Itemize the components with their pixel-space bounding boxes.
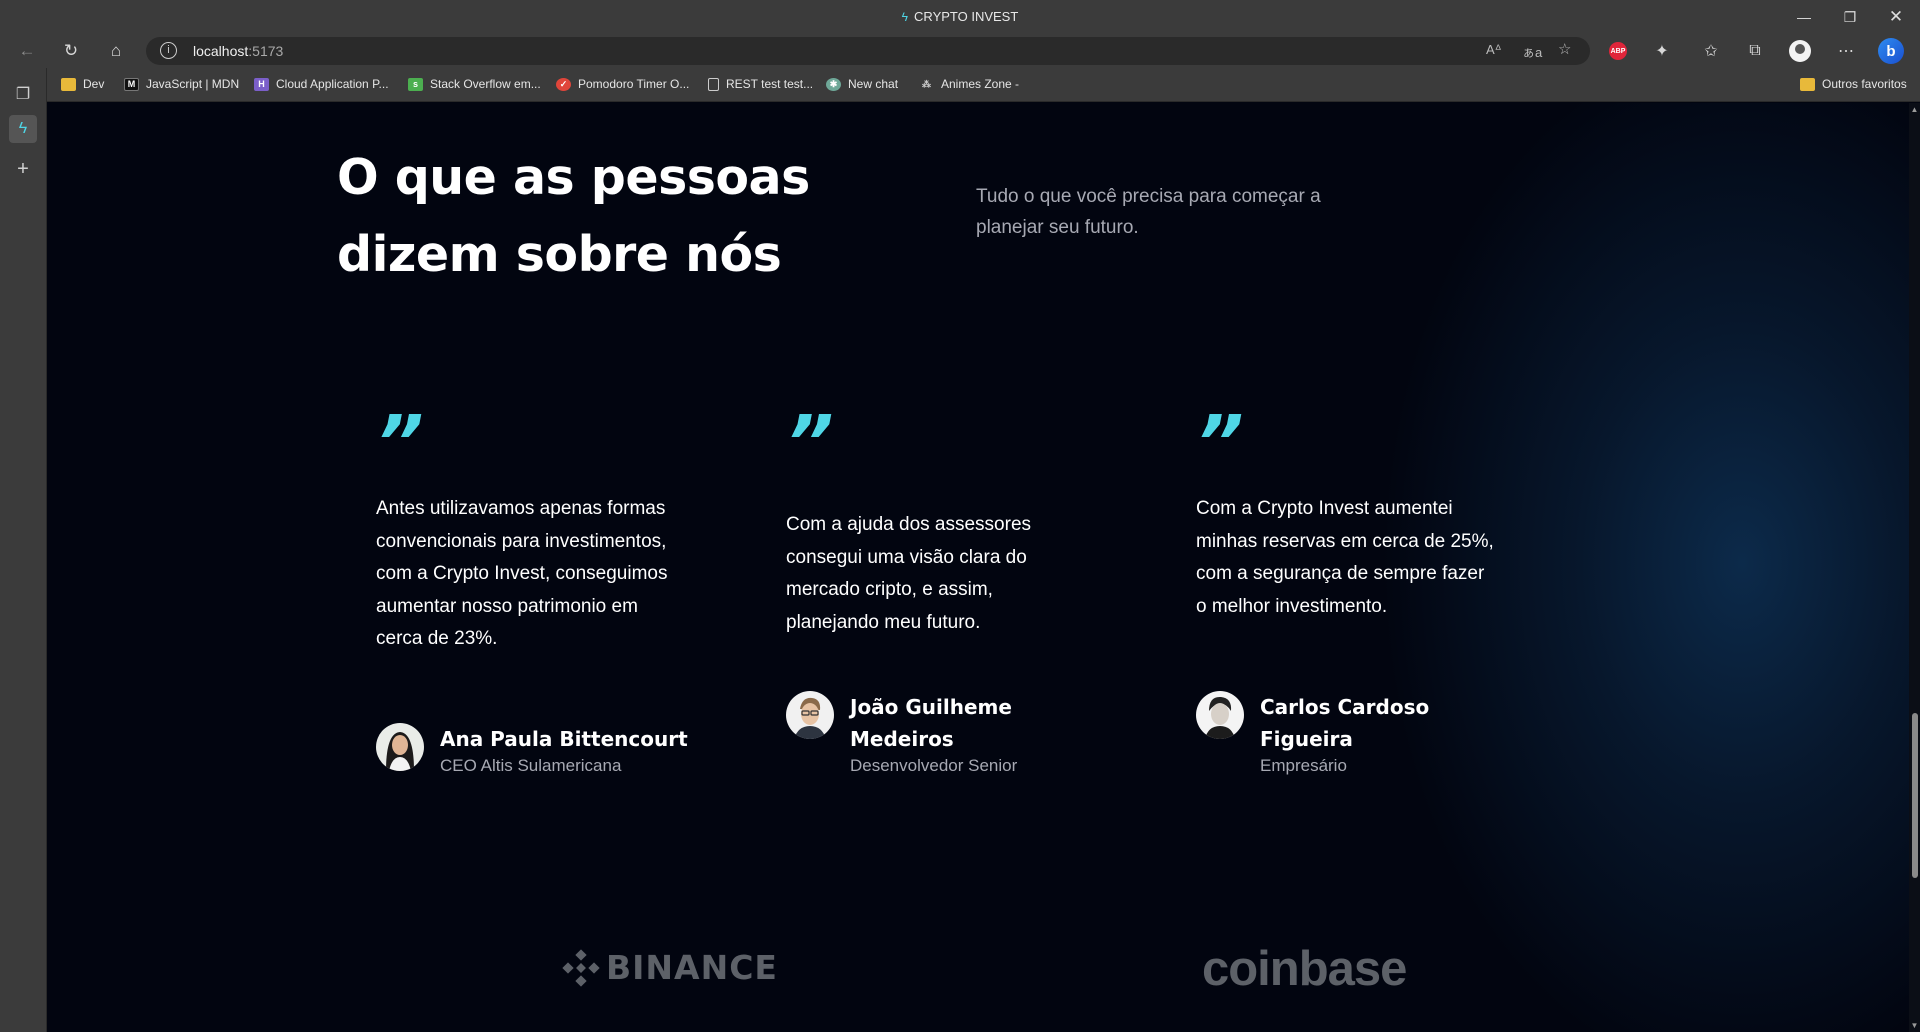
profile-button[interactable] bbox=[1786, 38, 1814, 64]
bookmark-pomodoro[interactable]: ✓ Pomodoro Timer O... bbox=[556, 77, 689, 91]
adblock-extension-button[interactable]: ABP bbox=[1604, 38, 1632, 64]
mdn-icon: M bbox=[124, 77, 139, 91]
home-button[interactable]: ⌂ bbox=[101, 38, 131, 64]
author-role: Desenvolvedor Senior bbox=[850, 756, 1018, 775]
url-port: :5173 bbox=[248, 43, 284, 59]
scrollbar-thumb[interactable] bbox=[1912, 713, 1918, 878]
bookmark-stackoverflow[interactable]: s Stack Overflow em... bbox=[408, 77, 541, 91]
bing-icon: b bbox=[1878, 38, 1904, 64]
stackoverflow-icon: s bbox=[408, 77, 423, 91]
navigation-toolbar: ← ↻ ⌂ i localhost:5173 Aᐞ ぁa ☆ ABP ✦ ✩ ⧉… bbox=[0, 34, 1920, 68]
tab-crypto-invest[interactable]: ϟ bbox=[9, 115, 37, 143]
anime-icon: ⁂ bbox=[922, 78, 931, 89]
folder-icon bbox=[1800, 77, 1815, 91]
testimonial-card: ” Antes utilizavamos apenas formas conve… bbox=[376, 400, 706, 775]
bookmark-label: New chat bbox=[848, 77, 899, 91]
binance-icon bbox=[562, 948, 600, 987]
quote-icon: ” bbox=[1196, 400, 1244, 486]
page-content: O que as pessoas dizem sobre nós Tudo o … bbox=[47, 103, 1909, 1032]
scroll-down-arrow[interactable]: ▼ bbox=[1910, 1021, 1919, 1030]
url-host: localhost bbox=[193, 43, 249, 59]
author-name: Carlos Cardoso Figueira bbox=[1260, 695, 1430, 751]
bookmark-label: Pomodoro Timer O... bbox=[578, 77, 690, 91]
site-info-icon[interactable]: i bbox=[160, 42, 177, 59]
coinbase-logo: coinbase bbox=[1202, 942, 1407, 996]
quote-icon: ” bbox=[376, 400, 424, 486]
bookmark-label: JavaScript | MDN bbox=[146, 77, 240, 91]
read-aloud-icon[interactable]: Aᐞ bbox=[1486, 42, 1502, 58]
translate-icon[interactable]: ぁa bbox=[1522, 42, 1542, 61]
bookmark-heroku[interactable]: H Cloud Application P... bbox=[254, 77, 389, 91]
testimonial-text: Antes utilizavamos apenas formas convenc… bbox=[376, 498, 668, 649]
binance-logo: BINANCE bbox=[562, 948, 778, 987]
url-text[interactable]: localhost:5173 bbox=[193, 43, 283, 59]
author-role: Empresário bbox=[1260, 756, 1347, 775]
testimonial-text: Com a Crypto Invest aumentei minhas rese… bbox=[1196, 498, 1494, 617]
window-title-text: CRYPTO INVEST bbox=[914, 9, 1019, 24]
minimize-button[interactable]: — bbox=[1781, 0, 1827, 34]
bookmark-label: Dev bbox=[83, 77, 105, 91]
window-title: ϟ CRYPTO INVEST bbox=[0, 9, 1920, 24]
address-bar[interactable]: i localhost:5173 Aᐞ ぁa ☆ bbox=[146, 37, 1590, 65]
testimonial-text: Com a ajuda dos assessores consegui uma … bbox=[786, 514, 1032, 633]
section-heading: O que as pessoas dizem sobre nós bbox=[337, 139, 837, 293]
bookmark-label: REST test test... bbox=[726, 77, 814, 91]
bookmarks-bar: Dev M JavaScript | MDN H Cloud Application… bbox=[0, 68, 1920, 102]
add-favorite-icon[interactable]: ☆ bbox=[1558, 40, 1571, 58]
bookmark-other-favorites[interactable]: Outros favoritos bbox=[1800, 77, 1907, 91]
testimonial-author: Ana Paula Bittencourt CEO Altis Sulameri… bbox=[376, 723, 688, 777]
abp-icon: ABP bbox=[1609, 42, 1627, 60]
testimonial-card: ” Com a ajuda dos assessores consegui um… bbox=[786, 400, 1116, 775]
bookmark-label: Stack Overflow em... bbox=[430, 77, 541, 91]
section-subtitle: Tudo o que você precisa para começar a p… bbox=[976, 186, 1321, 238]
bookmark-new-chat[interactable]: ✱ New chat bbox=[826, 77, 898, 91]
author-name: João Guilheme Medeiros bbox=[850, 695, 1012, 751]
refresh-button[interactable]: ↻ bbox=[56, 38, 86, 64]
bookmark-mdn[interactable]: M JavaScript | MDN bbox=[124, 77, 239, 91]
bookmark-label: Animes Zone - bbox=[941, 77, 1020, 91]
new-tab-button[interactable]: + bbox=[9, 155, 37, 183]
scroll-up-arrow[interactable]: ▲ bbox=[1910, 105, 1919, 114]
avatar bbox=[1196, 691, 1244, 739]
page-icon bbox=[708, 77, 719, 91]
profile-avatar bbox=[1789, 40, 1811, 62]
collections-button[interactable]: ⧉ bbox=[1741, 38, 1769, 64]
avatar bbox=[786, 691, 834, 739]
bookmark-animes-zone[interactable]: ⁂ Animes Zone - bbox=[919, 77, 1019, 91]
heroku-icon: H bbox=[254, 77, 269, 91]
bolt-icon: ϟ bbox=[901, 10, 909, 24]
bookmark-label: Outros favoritos bbox=[1822, 77, 1907, 91]
chatgpt-icon: ✱ bbox=[826, 77, 841, 91]
heading-line-2: dizem sobre nós bbox=[337, 226, 782, 283]
close-button[interactable]: ✕ bbox=[1873, 0, 1919, 34]
author-name: Ana Paula Bittencourt bbox=[440, 727, 688, 751]
extensions-button[interactable]: ✦ bbox=[1648, 38, 1676, 64]
avatar bbox=[376, 723, 424, 771]
title-bar: ϟ CRYPTO INVEST — ❐ ✕ bbox=[0, 0, 1920, 34]
bookmark-label: Cloud Application P... bbox=[276, 77, 389, 91]
vertical-tabs-sidebar: ❐ ϟ + bbox=[0, 68, 47, 1032]
testimonial-card: ” Com a Crypto Invest aumentei minhas re… bbox=[1196, 400, 1526, 775]
folder-icon bbox=[61, 77, 76, 91]
author-role: CEO Altis Sulamericana bbox=[440, 756, 622, 775]
bookmark-rest-test[interactable]: REST test test... bbox=[708, 77, 813, 91]
quote-icon: ” bbox=[786, 400, 834, 486]
bookmark-dev[interactable]: Dev bbox=[61, 77, 104, 91]
heading-line-1: O que as pessoas bbox=[337, 149, 810, 206]
pomodoro-icon: ✓ bbox=[556, 77, 571, 91]
page-scrollbar[interactable]: ▲ ▼ bbox=[1909, 103, 1920, 1032]
tab-actions-icon[interactable]: ❐ bbox=[9, 80, 37, 108]
bing-copilot-button[interactable]: b bbox=[1877, 38, 1905, 64]
testimonial-author: João Guilheme Medeiros Desenvolvedor Sen… bbox=[786, 691, 1070, 777]
binance-wordmark: BINANCE bbox=[606, 948, 778, 987]
testimonial-author: Carlos Cardoso Figueira Empresário bbox=[1196, 691, 1480, 777]
settings-menu-button[interactable]: ⋯ bbox=[1832, 38, 1860, 64]
restore-button[interactable]: ❐ bbox=[1827, 0, 1873, 34]
back-button[interactable]: ← bbox=[12, 38, 42, 64]
favorites-button[interactable]: ✩ bbox=[1697, 38, 1725, 64]
